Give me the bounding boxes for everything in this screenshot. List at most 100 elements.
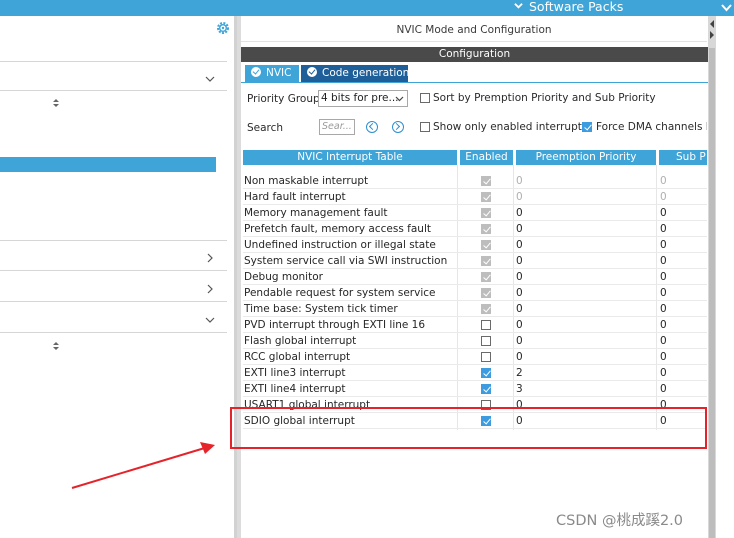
sort-priority-checkbox[interactable] bbox=[420, 93, 430, 103]
software-packs-menu[interactable]: Software Packs bbox=[514, 0, 623, 15]
table-row-name[interactable]: Pendable request for system service bbox=[244, 286, 436, 300]
preemption-priority-cell[interactable]: 0 bbox=[516, 238, 523, 252]
column-header-enabled[interactable]: Enabled bbox=[460, 150, 513, 165]
watermark: CSDN @桃成蹊2.0 bbox=[556, 513, 684, 529]
divider bbox=[0, 61, 227, 62]
sub-priority-cell[interactable]: 0 bbox=[660, 270, 667, 284]
divider bbox=[0, 90, 227, 91]
enabled-checkbox[interactable] bbox=[481, 384, 491, 394]
check-icon bbox=[307, 67, 317, 77]
selected-category-bar[interactable] bbox=[0, 157, 216, 172]
row-divider bbox=[243, 252, 707, 253]
sub-priority-cell[interactable]: 0 bbox=[660, 238, 667, 252]
sub-priority-cell[interactable]: 0 bbox=[660, 206, 667, 220]
table-row-name[interactable]: Flash global interrupt bbox=[244, 334, 356, 348]
panel-divider[interactable] bbox=[237, 16, 241, 538]
preemption-priority-cell[interactable]: 0 bbox=[516, 174, 523, 188]
sub-priority-cell[interactable]: 0 bbox=[660, 382, 667, 396]
table-row-name[interactable]: Debug monitor bbox=[244, 270, 323, 284]
enabled-checkbox[interactable] bbox=[481, 352, 491, 362]
row-divider bbox=[243, 380, 707, 381]
row-divider bbox=[243, 268, 707, 269]
preemption-priority-cell[interactable]: 0 bbox=[516, 254, 523, 268]
chevron-right-icon[interactable] bbox=[205, 253, 215, 263]
preemption-priority-cell[interactable]: 0 bbox=[516, 222, 523, 236]
table-row-name[interactable]: RCC global interrupt bbox=[244, 350, 350, 364]
nav-next-icon[interactable] bbox=[392, 121, 404, 133]
preemption-priority-cell[interactable]: 0 bbox=[516, 190, 523, 204]
table-row-name[interactable]: Memory management fault bbox=[244, 206, 388, 220]
sort-icon[interactable] bbox=[52, 98, 60, 108]
scroll-left-icon[interactable] bbox=[709, 20, 715, 28]
preemption-priority-cell[interactable]: 0 bbox=[516, 286, 523, 300]
sub-priority-cell[interactable]: 0 bbox=[660, 366, 667, 380]
force-dma-checkbox[interactable] bbox=[582, 122, 592, 132]
preemption-priority-cell[interactable]: 0 bbox=[516, 350, 523, 364]
top-bar bbox=[0, 0, 734, 16]
priority-group-select[interactable]: 4 bits for pre... bbox=[318, 90, 408, 107]
table-row-name[interactable]: Undefined instruction or illegal state bbox=[244, 238, 436, 252]
row-divider bbox=[243, 204, 707, 205]
chevron-down-icon[interactable] bbox=[205, 74, 215, 84]
table-row-name[interactable]: Time base: System tick timer bbox=[244, 302, 398, 316]
table-row-name[interactable]: Hard fault interrupt bbox=[244, 190, 346, 204]
tab-nvic[interactable]: NVIC bbox=[245, 65, 299, 82]
sub-priority-cell[interactable]: 0 bbox=[660, 190, 667, 204]
row-divider bbox=[243, 316, 707, 317]
table-row-name[interactable]: Non maskable interrupt bbox=[244, 174, 368, 188]
show-enabled-label: Show only enabled interrupts bbox=[433, 121, 588, 133]
sub-priority-cell[interactable]: 0 bbox=[660, 222, 667, 236]
preemption-priority-cell[interactable]: 0 bbox=[516, 206, 523, 220]
scroll-thumb[interactable] bbox=[709, 48, 715, 538]
preemption-priority-cell[interactable]: 0 bbox=[516, 302, 523, 316]
divider bbox=[0, 240, 227, 241]
priority-group-label: Priority Group bbox=[247, 93, 320, 105]
chevron-down-icon[interactable] bbox=[721, 2, 732, 13]
table-row-name[interactable]: EXTI line3 interrupt bbox=[244, 366, 346, 380]
sub-priority-cell[interactable]: 0 bbox=[660, 286, 667, 300]
sub-priority-cell[interactable]: 0 bbox=[660, 302, 667, 316]
column-header-sub-priority[interactable]: Sub P bbox=[659, 150, 707, 165]
table-row-name[interactable]: EXTI line4 interrupt bbox=[244, 382, 346, 396]
column-header-interrupt[interactable]: NVIC Interrupt Table bbox=[243, 150, 457, 165]
enabled-checkbox bbox=[481, 288, 491, 298]
enabled-checkbox[interactable] bbox=[481, 368, 491, 378]
chevron-down-icon bbox=[395, 96, 404, 102]
chevron-down-icon[interactable] bbox=[205, 315, 215, 325]
gear-icon[interactable] bbox=[215, 20, 231, 36]
table-row-name[interactable]: Prefetch fault, memory access fault bbox=[244, 222, 431, 236]
sub-priority-cell[interactable]: 0 bbox=[660, 318, 667, 332]
divider bbox=[0, 301, 227, 302]
column-header-preemption[interactable]: Preemption Priority bbox=[516, 150, 656, 165]
row-divider bbox=[243, 300, 707, 301]
sort-icon[interactable] bbox=[52, 341, 60, 351]
preemption-priority-cell[interactable]: 0 bbox=[516, 270, 523, 284]
chevron-right-icon[interactable] bbox=[205, 284, 215, 294]
enabled-checkbox bbox=[481, 208, 491, 218]
enabled-checkbox[interactable] bbox=[481, 320, 491, 330]
enabled-checkbox bbox=[481, 272, 491, 282]
tab-code-generation[interactable]: Code generation bbox=[301, 65, 409, 82]
scroll-right-icon[interactable] bbox=[709, 31, 715, 39]
search-input[interactable]: Sear... bbox=[319, 119, 355, 135]
enabled-checkbox bbox=[481, 176, 491, 186]
sub-priority-cell[interactable]: 0 bbox=[660, 350, 667, 364]
force-dma-label: Force DMA channels In bbox=[596, 121, 707, 133]
annotation-arrow bbox=[71, 442, 215, 489]
chevron-down-icon bbox=[514, 3, 523, 9]
preemption-priority-cell[interactable]: 2 bbox=[516, 366, 523, 380]
sub-priority-cell[interactable]: 0 bbox=[660, 174, 667, 188]
table-row-name[interactable]: PVD interrupt through EXTI line 16 bbox=[244, 318, 425, 332]
preemption-priority-cell[interactable]: 0 bbox=[516, 318, 523, 332]
preemption-priority-cell[interactable]: 3 bbox=[516, 382, 523, 396]
tab-label: NVIC bbox=[266, 67, 292, 79]
show-enabled-checkbox[interactable] bbox=[420, 122, 430, 132]
sub-priority-cell[interactable]: 0 bbox=[660, 254, 667, 268]
enabled-checkbox[interactable] bbox=[481, 336, 491, 346]
software-packs-label: Software Packs bbox=[529, 0, 624, 14]
preemption-priority-cell[interactable]: 0 bbox=[516, 334, 523, 348]
table-row-name[interactable]: System service call via SWI instruction bbox=[244, 254, 447, 268]
nav-previous-icon[interactable] bbox=[366, 121, 378, 133]
sub-priority-cell[interactable]: 0 bbox=[660, 334, 667, 348]
row-divider bbox=[243, 188, 707, 189]
